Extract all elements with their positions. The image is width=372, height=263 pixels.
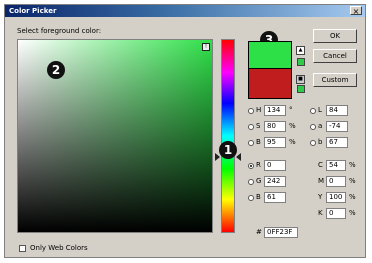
unit-y: %	[349, 193, 356, 201]
current-color-swatch[interactable]	[248, 69, 292, 99]
input-h[interactable]: 134	[264, 105, 286, 116]
radio-l[interactable]	[310, 108, 316, 114]
label-b: B	[256, 138, 261, 146]
gamut-color-swatch[interactable]	[297, 58, 305, 66]
cancel-button[interactable]: Cancel	[313, 49, 357, 63]
input-r[interactable]: 0	[264, 160, 286, 171]
radio-blue[interactable]	[248, 195, 254, 201]
label-a: a	[318, 122, 323, 130]
ok-button[interactable]: OK	[313, 29, 357, 43]
hue-slider[interactable]	[221, 39, 235, 233]
label-s: S	[256, 122, 261, 130]
label-r: R	[256, 161, 261, 169]
input-s[interactable]: 80	[264, 121, 286, 132]
only-web-colors-checkbox[interactable]	[19, 245, 26, 252]
label-g: G	[256, 177, 262, 185]
unit-c: %	[349, 161, 356, 169]
input-l[interactable]: 84	[326, 105, 348, 116]
radio-r[interactable]	[248, 163, 254, 169]
radio-h[interactable]	[248, 108, 254, 114]
warning-icon: !	[202, 43, 210, 51]
input-b[interactable]: 95	[264, 137, 286, 148]
input-m[interactable]: 0	[326, 176, 346, 187]
label-l: L	[318, 106, 322, 114]
window-title: Color Picker	[9, 7, 57, 15]
radio-b[interactable]	[248, 140, 254, 146]
input-hex[interactable]: 0FF23F	[264, 227, 298, 238]
websafe-cube-icon[interactable]: ■	[296, 75, 305, 84]
callout-badge-2: 2	[47, 61, 65, 79]
label-hex: #	[256, 228, 262, 236]
websafe-color-swatch[interactable]	[297, 85, 305, 93]
input-blue[interactable]: 61	[264, 192, 286, 203]
gamut-warning-icon[interactable]: ▲	[296, 46, 305, 55]
custom-button[interactable]: Custom	[313, 73, 357, 87]
color-picker-dialog: Color Picker × Select foreground color: …	[4, 4, 366, 258]
label-blue: B	[256, 193, 261, 201]
close-button[interactable]: ×	[350, 6, 362, 16]
radio-lab-b[interactable]	[310, 140, 316, 146]
radio-s[interactable]	[248, 124, 254, 130]
unit-b: %	[289, 138, 296, 146]
label-k: K	[318, 209, 323, 217]
input-c[interactable]: 54	[326, 160, 346, 171]
input-a[interactable]: -74	[326, 121, 348, 132]
prompt-label: Select foreground color:	[17, 27, 102, 35]
input-lab-b[interactable]: 67	[326, 137, 348, 148]
title-bar: Color Picker ×	[5, 5, 365, 17]
radio-g[interactable]	[248, 179, 254, 185]
label-lab-b: b	[318, 138, 323, 146]
label-m: M	[318, 177, 325, 185]
input-k[interactable]: 0	[326, 208, 346, 219]
label-h: H	[256, 106, 262, 114]
label-c: C	[318, 161, 323, 169]
unit-h: °	[289, 106, 293, 114]
input-g[interactable]: 242	[264, 176, 286, 187]
hue-slider-handle-right[interactable]	[236, 153, 241, 161]
callout-badge-1: 1	[219, 141, 237, 159]
unit-k: %	[349, 209, 356, 217]
unit-m: %	[349, 177, 356, 185]
new-color-swatch	[248, 41, 292, 69]
unit-s: %	[289, 122, 296, 130]
label-y: Y	[318, 193, 323, 201]
radio-a[interactable]	[310, 124, 316, 130]
only-web-colors-label: Only Web Colors	[30, 244, 88, 252]
input-y[interactable]: 100	[326, 192, 346, 203]
